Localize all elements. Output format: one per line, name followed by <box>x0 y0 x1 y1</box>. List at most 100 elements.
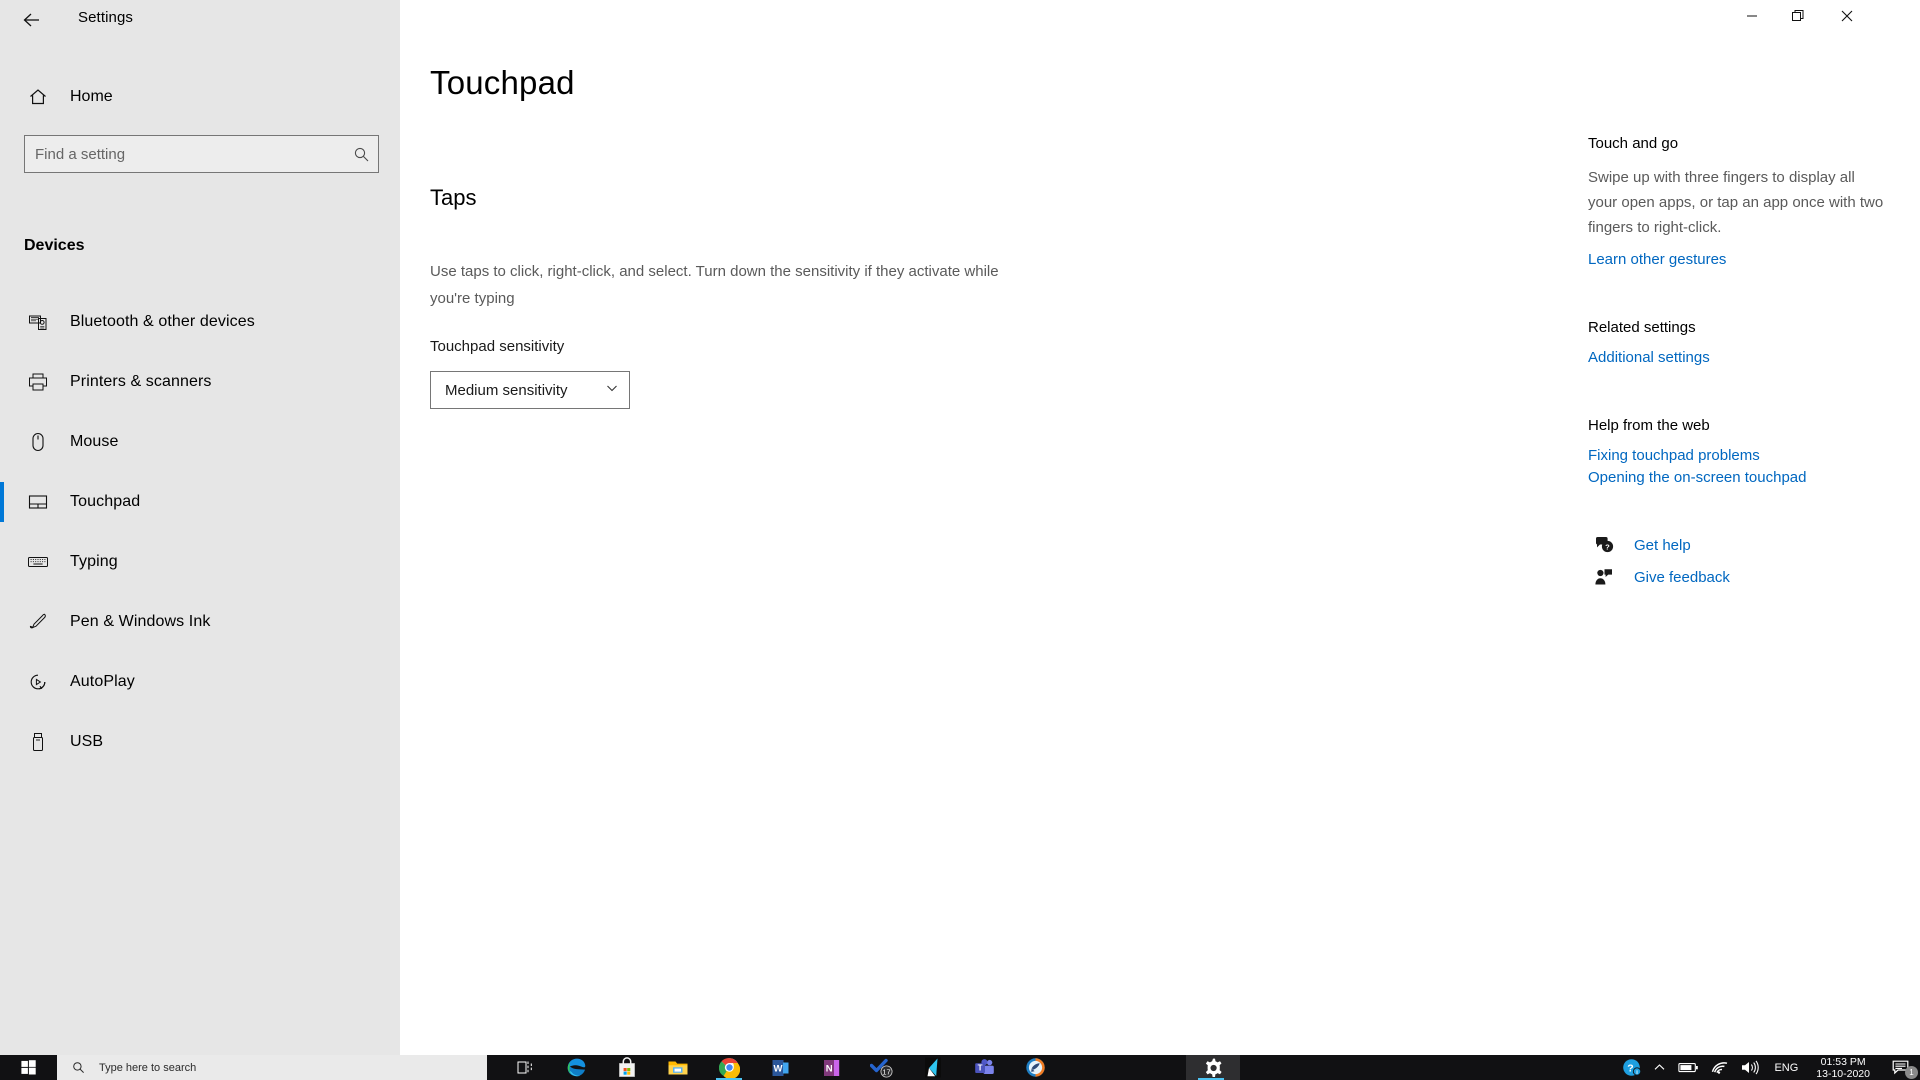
taskbar-app-microsoft-teams[interactable]: T <box>959 1055 1009 1080</box>
give-feedback-label: Give feedback <box>1634 568 1730 586</box>
home-icon <box>12 86 64 108</box>
settings-window: Settings Home Find a setting Devices Blu… <box>0 0 1920 1055</box>
sidebar: Home Devices <box>0 40 400 1055</box>
search-box[interactable] <box>24 135 379 173</box>
sidebar-home-label: Home <box>70 88 113 105</box>
taskbar-app-word[interactable]: W <box>755 1055 805 1080</box>
section-title-taps: Taps <box>430 185 477 210</box>
chevron-down-icon <box>605 381 619 400</box>
sidebar-item-mouse[interactable]: Mouse <box>0 412 400 472</box>
sidebar-item-label: Bluetooth & other devices <box>70 313 255 330</box>
selection-indicator <box>0 662 4 702</box>
additional-settings-link[interactable]: Additional settings <box>1588 349 1888 366</box>
right-info-panel: Touch and go Swipe up with three fingers… <box>1588 135 1888 599</box>
help-link-fixing-touchpad-problems[interactable]: Fixing touchpad problems <box>1588 447 1888 464</box>
tray-volume-button[interactable] <box>1735 1055 1766 1080</box>
file-explorer-icon <box>668 1061 688 1075</box>
todo-badge-count: 17 <box>882 1068 890 1077</box>
help-from-the-web-heading: Help from the web <box>1588 417 1710 434</box>
search-input[interactable] <box>25 136 344 172</box>
tray-help-button[interactable]: ? i <box>1616 1055 1647 1080</box>
taskbar-app-microsoft-to-do[interactable]: 17 <box>857 1055 907 1080</box>
sidebar-item-label: AutoPlay <box>70 673 135 690</box>
tray-clock[interactable]: 01:53 PM 13-10-2020 <box>1806 1055 1880 1080</box>
sidebar-item-pen-windows-ink[interactable]: Pen & Windows Ink <box>0 592 400 652</box>
sidebar-item-typing[interactable]: Typing <box>0 532 400 592</box>
touchpad-sensitivity-value: Medium sensitivity <box>445 381 568 399</box>
taskbar-app-rocket-browser[interactable] <box>1010 1055 1060 1080</box>
help-circle-icon: ? i <box>1623 1059 1642 1076</box>
title-bar-left-region <box>0 0 400 40</box>
svg-text:N: N <box>825 1063 832 1074</box>
battery-icon <box>1678 1063 1699 1073</box>
task-view-button[interactable] <box>500 1055 550 1080</box>
clock-date: 13-10-2020 <box>1816 1067 1870 1080</box>
minimize-icon <box>1747 15 1757 17</box>
taskbar-app-settings[interactable] <box>1186 1055 1240 1080</box>
chrome-icon <box>718 1058 740 1078</box>
sidebar-item-usb[interactable]: USB <box>0 712 400 772</box>
taskbar-app-file-explorer[interactable] <box>653 1055 703 1080</box>
sidebar-item-touchpad[interactable]: Touchpad <box>0 472 400 532</box>
sidebar-item-printers-scanners[interactable]: Printers & scanners <box>0 352 400 412</box>
svg-text:W: W <box>773 1063 782 1074</box>
selection-indicator <box>0 722 4 762</box>
close-icon <box>1841 10 1853 22</box>
svg-text:?: ? <box>1628 1062 1634 1074</box>
taskbar-app-microsoft-store[interactable] <box>602 1055 652 1080</box>
tray-battery-button[interactable] <box>1672 1055 1705 1080</box>
window-title: Settings <box>78 9 133 26</box>
taskbar-app-onenote[interactable]: N <box>806 1055 856 1080</box>
task-view-icon <box>517 1061 532 1074</box>
sidebar-item-bluetooth-other-devices[interactable]: Bluetooth & other devices <box>0 292 400 352</box>
tray-show-hidden-icons-button[interactable] <box>1647 1055 1672 1080</box>
teams-icon: T <box>974 1058 994 1074</box>
related-settings-heading: Related settings <box>1588 319 1696 336</box>
bluetooth-devices-icon <box>12 311 64 333</box>
panel-spacer <box>1588 273 1888 319</box>
chevron-up-icon <box>1655 1064 1665 1070</box>
give-feedback-link[interactable]: Give feedback <box>1588 567 1888 587</box>
taskbar-app-kite[interactable] <box>908 1055 958 1080</box>
get-help-link[interactable]: ? Get help <box>1588 535 1888 555</box>
learn-other-gestures-link[interactable]: Learn other gestures <box>1588 251 1888 268</box>
tray-network-button[interactable] <box>1705 1055 1735 1080</box>
taskbar-app-microsoft-edge[interactable] <box>551 1055 601 1080</box>
selection-indicator <box>0 602 4 642</box>
printer-icon <box>12 371 64 393</box>
selection-indicator <box>0 542 4 582</box>
tray-language-indicator[interactable]: ENG <box>1766 1062 1806 1074</box>
close-button[interactable] <box>1821 0 1873 32</box>
maximize-button[interactable] <box>1775 0 1821 32</box>
sidebar-item-home[interactable]: Home <box>0 77 400 117</box>
page-title: Touchpad <box>430 64 575 101</box>
sidebar-item-autoplay[interactable]: AutoPlay <box>0 652 400 712</box>
svg-text:T: T <box>977 1063 982 1072</box>
search-icon[interactable] <box>344 146 378 163</box>
selection-indicator <box>0 302 4 342</box>
get-help-label: Get help <box>1634 536 1691 554</box>
sidebar-item-label: Mouse <box>70 433 119 450</box>
sidebar-item-label: USB <box>70 733 104 750</box>
keyboard-icon <box>12 551 64 573</box>
sidebar-item-label: Touchpad <box>70 493 141 510</box>
sidebar-nav: Bluetooth & other devices Printers & sca… <box>0 292 400 772</box>
tray-notifications-button[interactable]: 1 <box>1880 1055 1920 1080</box>
touch-and-go-body: Swipe up with three fingers to display a… <box>1588 169 1884 236</box>
onenote-icon: N <box>823 1059 839 1076</box>
taskbar-search-box[interactable]: Type here to search <box>57 1055 487 1080</box>
touchpad-sensitivity-dropdown[interactable]: Medium sensitivity <box>430 371 630 409</box>
main-content: Touchpad Taps Use taps to click, right-c… <box>400 40 1920 1055</box>
svg-text:?: ? <box>1605 543 1610 552</box>
maximize-icon <box>1792 10 1804 21</box>
taskbar-app-google-chrome[interactable] <box>704 1055 754 1080</box>
back-button[interactable] <box>8 4 54 36</box>
sidebar-group-label: Devices <box>24 237 85 254</box>
speaker-icon <box>1742 1060 1760 1075</box>
start-button[interactable] <box>0 1055 57 1080</box>
word-icon: W <box>772 1059 788 1076</box>
minimize-button[interactable] <box>1729 0 1775 32</box>
help-link-opening-on-screen-touchpad[interactable]: Opening the on-screen touchpad <box>1588 469 1888 486</box>
rocket-icon <box>1025 1058 1045 1077</box>
taskbar-search-placeholder: Type here to search <box>99 1061 197 1074</box>
